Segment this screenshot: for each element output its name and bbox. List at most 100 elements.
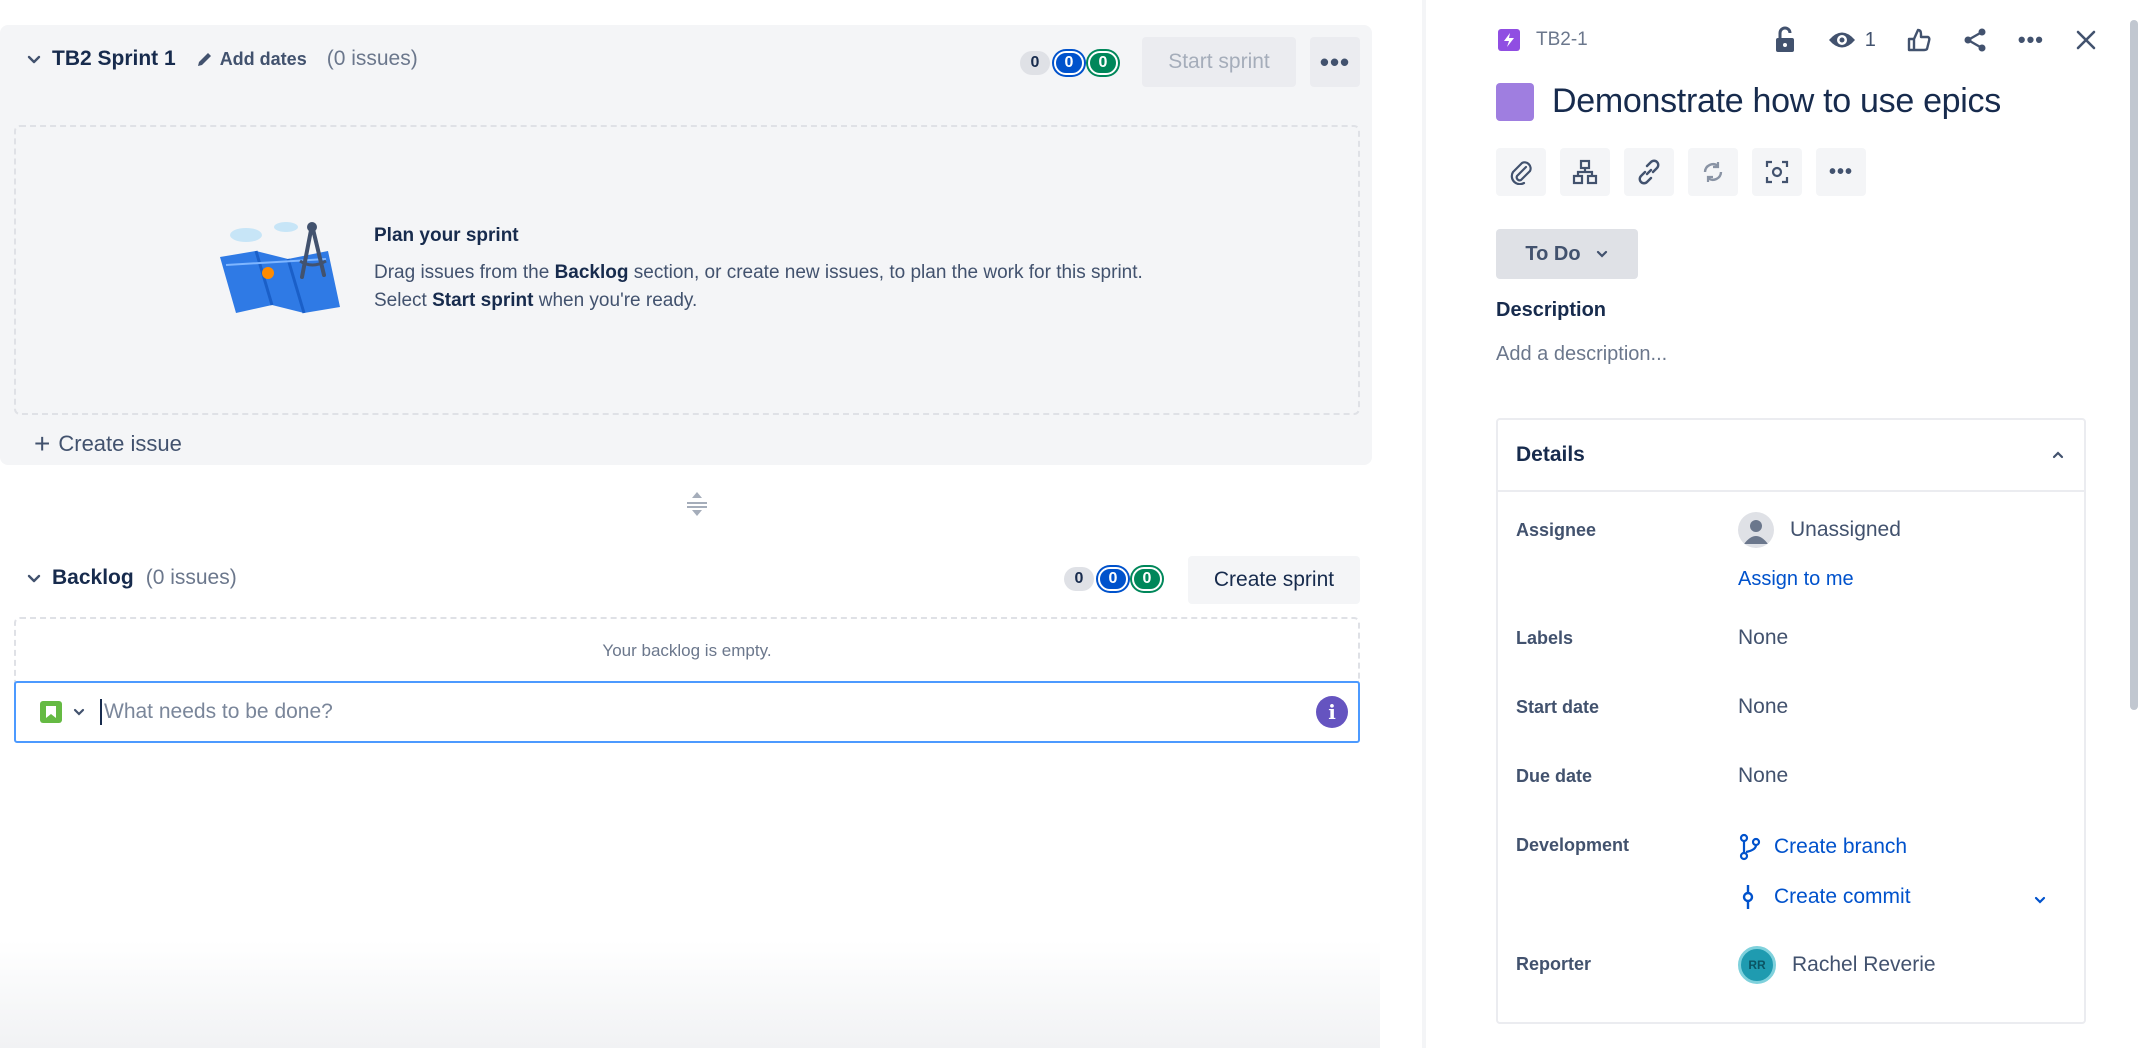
- backlog-header: Backlog (0 issues): [22, 566, 237, 590]
- epic-color-swatch[interactable]: [1496, 82, 1534, 121]
- labels-value[interactable]: None: [1738, 626, 1788, 650]
- plan-text-bold: Start sprint: [432, 290, 534, 311]
- backlog-empty-message: Your backlog is empty.: [14, 617, 1360, 683]
- add-dates-label: Add dates: [219, 48, 307, 69]
- commit-icon: [1742, 885, 1754, 909]
- sprint-issue-count: (0 issues): [326, 47, 418, 70]
- todo-count-badge: 0: [1064, 567, 1094, 591]
- new-issue-row: i: [14, 681, 1360, 743]
- sprint-status-counts: 0 0 0: [1020, 51, 1118, 75]
- new-issue-summary-input[interactable]: [104, 700, 1358, 724]
- start-date-value[interactable]: None: [1738, 695, 1788, 719]
- assign-to-me-link[interactable]: Assign to me: [1738, 568, 1854, 591]
- issue-title-row: Demonstrate how to use epics: [1496, 82, 2001, 121]
- issue-toolbar: •••: [1496, 148, 1866, 196]
- assignee-name: Unassigned: [1790, 518, 1901, 541]
- sprint-name[interactable]: TB2 Sprint 1: [52, 47, 176, 71]
- description-label: Description: [1496, 299, 1607, 321]
- backlog-issue-count: (0 issues): [145, 566, 237, 589]
- chevron-down-icon[interactable]: [2032, 892, 2048, 908]
- inprogress-count-badge: 0: [1098, 567, 1128, 591]
- issue-key-breadcrumb[interactable]: TB2-1: [1498, 29, 1588, 51]
- epic-type-icon: [1498, 29, 1520, 51]
- reporter-label: Reporter: [1516, 954, 1592, 974]
- chevron-up-icon[interactable]: [2050, 447, 2066, 463]
- watch-button[interactable]: 1: [1827, 29, 1876, 52]
- more-tools-icon[interactable]: •••: [1816, 148, 1866, 196]
- inprogress-count-badge: 0: [1054, 51, 1084, 75]
- lightning-icon: [1504, 33, 1514, 47]
- attach-icon[interactable]: [1496, 148, 1546, 196]
- status-label: To Do: [1525, 242, 1581, 265]
- plus-icon: +: [34, 428, 51, 459]
- backlog-title[interactable]: Backlog: [52, 566, 134, 590]
- reporter-value[interactable]: RR Rachel Reverie: [1738, 946, 1936, 984]
- labels-label: Labels: [1516, 628, 1574, 648]
- chevron-down-icon: [1596, 250, 1607, 258]
- panel-scrollbar[interactable]: [2130, 20, 2138, 710]
- issue-key: TB2-1: [1536, 29, 1588, 50]
- link-icon[interactable]: [1624, 148, 1674, 196]
- plan-text-part: when you're ready.: [533, 290, 698, 311]
- create-sprint-button[interactable]: Create sprint: [1188, 556, 1360, 604]
- due-date-label: Due date: [1516, 766, 1593, 786]
- bookmark-icon: [46, 706, 56, 718]
- sprint-container: TB2 Sprint 1 Add dates (0 issues) 0 0 0 …: [0, 25, 1372, 465]
- chevron-down-icon[interactable]: [22, 566, 46, 590]
- plan-title: Plan your sprint: [374, 225, 519, 246]
- child-issue-icon[interactable]: [1560, 148, 1610, 196]
- details-title: Details: [1516, 443, 1585, 466]
- add-dates-button[interactable]: Add dates: [196, 49, 307, 70]
- avatar: RR: [1738, 946, 1776, 984]
- share-icon[interactable]: [1962, 27, 1988, 53]
- status-dropdown[interactable]: To Do: [1496, 229, 1638, 279]
- reporter-name: Rachel Reverie: [1792, 953, 1936, 976]
- chevron-down-icon[interactable]: [72, 705, 86, 719]
- avatar: [1738, 512, 1774, 548]
- details-header[interactable]: Details: [1498, 420, 2084, 492]
- plan-description: Drag issues from the Backlog section, or…: [374, 259, 1194, 315]
- assignee-value[interactable]: Unassigned: [1738, 512, 1901, 548]
- more-actions-icon[interactable]: •••: [2018, 27, 2044, 53]
- info-icon[interactable]: i: [1316, 696, 1348, 728]
- scan-icon[interactable]: [1752, 148, 1802, 196]
- plan-text-part: Drag issues from the: [374, 262, 555, 283]
- create-branch-link[interactable]: Create branch: [1738, 833, 1907, 861]
- development-label: Development: [1516, 835, 1630, 855]
- details-section: Details Assignee Unassigned Assign to me…: [1496, 418, 2086, 1024]
- branch-icon: [1739, 833, 1761, 861]
- create-branch-label: Create branch: [1774, 835, 1908, 858]
- assignee-label: Assignee: [1516, 520, 1597, 540]
- resize-handle-icon[interactable]: [684, 490, 710, 518]
- create-commit-link[interactable]: Create commit: [1738, 883, 1911, 911]
- issue-title[interactable]: Demonstrate how to use epics: [1552, 82, 2001, 121]
- close-icon[interactable]: [2074, 28, 2098, 52]
- bottom-shadow: [0, 940, 1380, 1048]
- issue-topbar: TB2-1 1 •••: [1498, 22, 2098, 58]
- backlog-status-counts: 0 0 0: [1064, 567, 1162, 591]
- map-illustration-icon: [220, 222, 340, 314]
- pencil-icon: [197, 53, 211, 66]
- due-date-value[interactable]: None: [1738, 764, 1788, 788]
- done-count-badge: 0: [1132, 567, 1162, 591]
- todo-count-badge: 0: [1020, 51, 1050, 75]
- sprint-empty-dropzone: Plan your sprint Drag issues from the Ba…: [14, 125, 1360, 415]
- thumbs-up-icon[interactable]: [1906, 27, 1932, 53]
- sync-icon[interactable]: [1688, 148, 1738, 196]
- sprint-header: TB2 Sprint 1 Add dates (0 issues): [22, 47, 418, 71]
- text-caret: [100, 699, 102, 725]
- sprint-more-button[interactable]: •••: [1310, 37, 1360, 87]
- create-commit-label: Create commit: [1774, 885, 1911, 908]
- start-sprint-button[interactable]: Start sprint: [1142, 37, 1296, 87]
- plan-text-bold: Backlog: [554, 262, 629, 283]
- chevron-down-icon[interactable]: [22, 47, 46, 71]
- start-date-label: Start date: [1516, 697, 1600, 717]
- issue-detail-panel: TB2-1 1 ••• Demonstrate how to use epics: [1426, 0, 2140, 1048]
- create-issue-button[interactable]: + Create issue: [34, 428, 182, 459]
- description-field[interactable]: Add a description...: [1496, 343, 1667, 366]
- backlog-board: TB2 Sprint 1 Add dates (0 issues) 0 0 0 …: [0, 0, 1380, 1048]
- eye-icon: [1828, 32, 1855, 48]
- create-issue-label: Create issue: [58, 431, 182, 456]
- story-type-icon[interactable]: [40, 701, 62, 723]
- lock-icon[interactable]: [1773, 26, 1797, 54]
